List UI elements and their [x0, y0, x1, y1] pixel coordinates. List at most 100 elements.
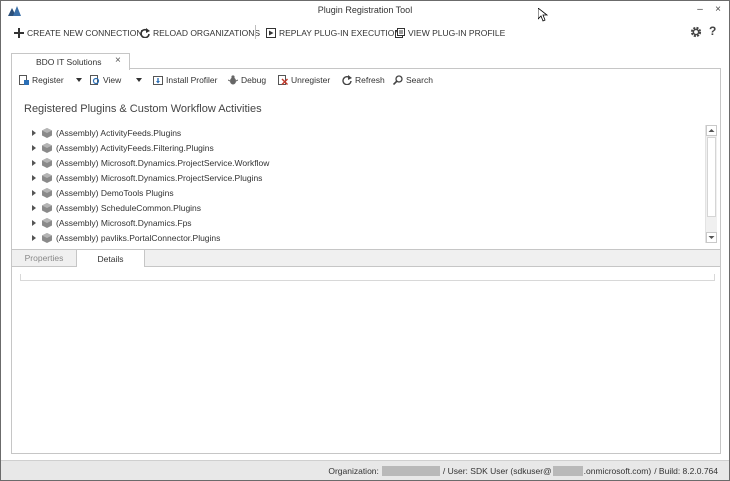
- plus-icon: [14, 28, 24, 38]
- organization-tab-label: BDO IT Solutions: [36, 57, 102, 67]
- title-bar: Plugin Registration Tool – ×: [1, 1, 729, 22]
- assembly-icon: [42, 173, 52, 183]
- tree-item[interactable]: (Assembly) DemoTools Plugins: [32, 186, 174, 200]
- main-toolbar: CREATE NEW CONNECTION RELOAD ORGANIZATIO…: [1, 22, 729, 42]
- tab-properties[interactable]: Properties: [12, 250, 76, 266]
- tree-item-label: (Assembly) Microsoft.Dynamics.Fps: [56, 218, 192, 228]
- tree-item[interactable]: (Assembly) ActivityFeeds.Filtering.Plugi…: [32, 141, 214, 155]
- scroll-down-button[interactable]: [706, 232, 717, 243]
- app-window: Plugin Registration Tool – × CREATE NEW …: [0, 0, 730, 481]
- expand-arrow-icon[interactable]: [32, 205, 36, 211]
- tree-item-label: (Assembly) ActivityFeeds.Plugins: [56, 128, 182, 138]
- tab-organization[interactable]: BDO IT Solutions ×: [11, 53, 130, 70]
- tree-item[interactable]: (Assembly) pavliks.PortalConnector.Plugi…: [32, 231, 220, 245]
- expand-arrow-icon[interactable]: [32, 220, 36, 226]
- window-title: Plugin Registration Tool: [317, 5, 413, 15]
- redacted-domain: [552, 466, 583, 476]
- tree-item-label: (Assembly) Microsoft.Dynamics.ProjectSer…: [56, 158, 270, 168]
- assembly-icon: [42, 143, 52, 153]
- help-icon[interactable]: ?: [709, 24, 716, 38]
- minimize-button[interactable]: –: [693, 3, 707, 17]
- reload-icon: [140, 28, 150, 38]
- register-button[interactable]: Register: [19, 74, 64, 86]
- replay-icon: [266, 28, 276, 38]
- unregister-label: Unregister: [291, 75, 331, 85]
- details-pane: [20, 274, 715, 281]
- expand-arrow-icon[interactable]: [32, 190, 36, 196]
- register-label: Register: [32, 75, 64, 85]
- refresh-button[interactable]: Refresh: [342, 74, 385, 86]
- toolbar-divider: [255, 25, 256, 39]
- refresh-label: Refresh: [355, 75, 385, 85]
- scrollbar-thumb[interactable]: [707, 137, 716, 217]
- mouse-cursor-icon: [538, 8, 548, 22]
- assembly-icon: [42, 128, 52, 138]
- gear-icon[interactable]: [690, 26, 702, 38]
- detail-tabs: Properties Details: [12, 249, 720, 267]
- debug-label: Debug: [241, 75, 267, 85]
- debug-button[interactable]: Debug: [228, 74, 266, 86]
- profile-icon: [395, 28, 405, 38]
- assembly-icon: [42, 158, 52, 168]
- plugin-toolbar: Register View Install Profiler Debug Unr…: [12, 71, 720, 89]
- search-label: Search: [406, 75, 433, 85]
- plugin-tree: (Assembly) ActivityFeeds.Plugins (Assemb…: [12, 125, 704, 245]
- install-profiler-icon: [153, 76, 163, 85]
- chevron-up-icon: [708, 129, 715, 132]
- create-connection-label: CREATE NEW CONNECTION: [27, 28, 143, 38]
- assembly-icon: [42, 233, 52, 243]
- view-profile-button[interactable]: VIEW PLUG-IN PROFILE: [395, 26, 505, 40]
- search-button[interactable]: Search: [393, 74, 433, 86]
- organization-label: Organization:: [328, 466, 379, 476]
- status-bar: Organization: / User: SDK User (sdkuser@…: [1, 460, 729, 480]
- debug-icon: [228, 75, 238, 85]
- tree-item[interactable]: (Assembly) Microsoft.Dynamics.Fps: [32, 216, 192, 230]
- user-label: / User: SDK User (sdkuser@: [442, 466, 552, 476]
- tree-item[interactable]: (Assembly) ActivityFeeds.Plugins: [32, 126, 181, 140]
- tree-item-label: (Assembly) Microsoft.Dynamics.ProjectSer…: [56, 173, 263, 183]
- organization-panel: Register View Install Profiler Debug Unr…: [11, 68, 721, 454]
- view-icon: [90, 75, 100, 85]
- register-dropdown-arrow[interactable]: [76, 78, 82, 82]
- tree-item[interactable]: (Assembly) ScheduleCommon.Plugins: [32, 201, 201, 215]
- redacted-organization: [381, 466, 440, 476]
- view-label: View: [103, 75, 122, 85]
- domain-suffix: .onmicrosoft.com): [583, 466, 652, 476]
- close-window-button[interactable]: ×: [711, 3, 725, 17]
- build-label: / Build: 8.2.0.764: [654, 466, 718, 476]
- chevron-down-icon: [708, 236, 715, 239]
- tree-item-label: (Assembly) ScheduleCommon.Plugins: [56, 203, 202, 213]
- install-profiler-button[interactable]: Install Profiler: [153, 74, 218, 86]
- status-text: Organization: / User: SDK User (sdkuser@…: [328, 466, 718, 476]
- reload-organizations-button[interactable]: RELOAD ORGANIZATIONS: [140, 26, 260, 40]
- install-profiler-label: Install Profiler: [166, 75, 218, 85]
- view-profile-label: VIEW PLUG-IN PROFILE: [408, 28, 506, 38]
- search-icon: [393, 75, 403, 85]
- unregister-button[interactable]: Unregister: [278, 74, 330, 86]
- assembly-icon: [42, 203, 52, 213]
- tree-item[interactable]: (Assembly) Microsoft.Dynamics.ProjectSer…: [32, 156, 269, 170]
- view-dropdown-arrow[interactable]: [136, 78, 142, 82]
- close-tab-icon[interactable]: ×: [115, 55, 121, 66]
- create-connection-button[interactable]: CREATE NEW CONNECTION: [14, 26, 143, 40]
- expand-arrow-icon[interactable]: [32, 235, 36, 241]
- scroll-up-button[interactable]: [706, 125, 717, 136]
- tree-item-label: (Assembly) pavliks.PortalConnector.Plugi…: [56, 233, 221, 243]
- tree-scrollbar[interactable]: [705, 125, 717, 243]
- expand-arrow-icon[interactable]: [32, 160, 36, 166]
- expand-arrow-icon[interactable]: [32, 130, 36, 136]
- assembly-icon: [42, 188, 52, 198]
- replay-execution-label: REPLAY PLUG-IN EXECUTION: [279, 28, 401, 38]
- tab-details[interactable]: Details: [76, 250, 145, 267]
- register-icon: [19, 75, 29, 85]
- section-title: Registered Plugins & Custom Workflow Act…: [24, 103, 262, 115]
- replay-execution-button[interactable]: REPLAY PLUG-IN EXECUTION: [266, 26, 401, 40]
- view-button[interactable]: View: [90, 74, 121, 86]
- tree-item[interactable]: (Assembly) Microsoft.Dynamics.ProjectSer…: [32, 171, 262, 185]
- reload-organizations-label: RELOAD ORGANIZATIONS: [153, 28, 261, 38]
- unregister-icon: [278, 75, 288, 85]
- tree-item-label: (Assembly) DemoTools Plugins: [56, 188, 174, 198]
- tree-item-label: (Assembly) ActivityFeeds.Filtering.Plugi…: [56, 143, 214, 153]
- expand-arrow-icon[interactable]: [32, 145, 36, 151]
- expand-arrow-icon[interactable]: [32, 175, 36, 181]
